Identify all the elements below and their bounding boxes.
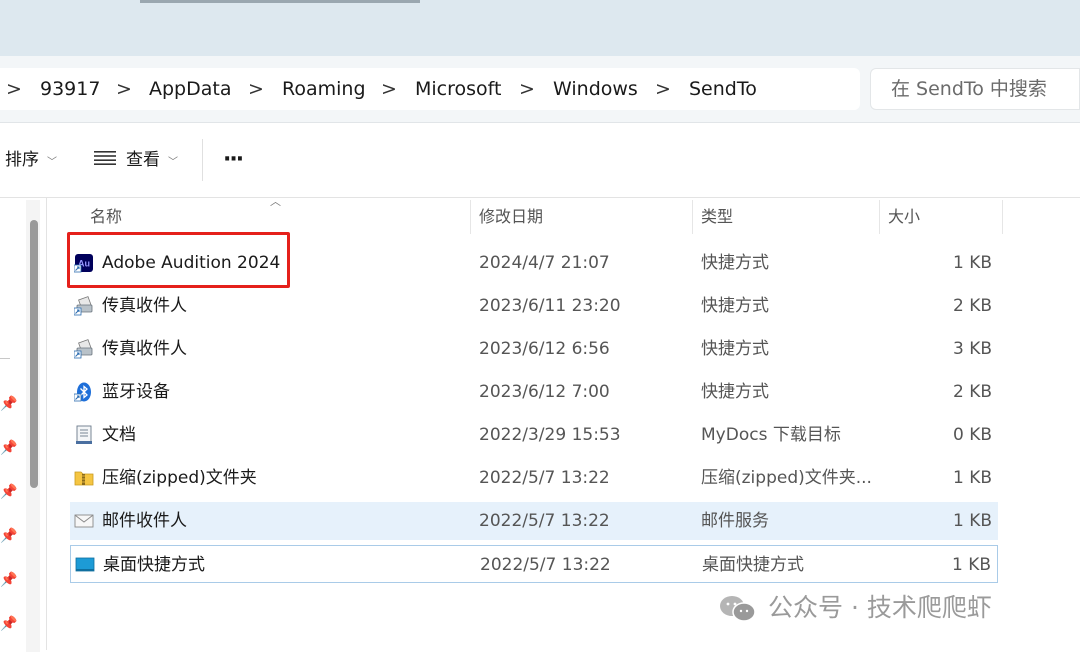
breadcrumb-item-appdata[interactable]: AppData: [149, 68, 232, 110]
breadcrumb-item-windows[interactable]: Windows: [553, 68, 638, 110]
file-type: 快捷方式: [701, 253, 769, 273]
column-header-type[interactable]: 类型: [701, 200, 871, 234]
search-box[interactable]: [870, 68, 1080, 110]
breadcrumb-separator[interactable]: >: [116, 68, 132, 110]
watermark: 公众号 · 技术爬爬虾: [720, 588, 992, 628]
file-size: 1 KB: [952, 468, 992, 488]
file-date: 2023/6/12 7:00: [479, 382, 610, 402]
fax-icon: [74, 296, 93, 316]
file-name: 桌面快捷方式: [103, 555, 205, 575]
pin-icon[interactable]: 📌: [0, 528, 17, 544]
column-divider[interactable]: [470, 200, 471, 234]
file-date: 2022/5/7 13:22: [479, 468, 610, 488]
pin-icon[interactable]: 📌: [0, 616, 17, 632]
documents-icon: [76, 425, 92, 444]
file-type: 快捷方式: [701, 339, 769, 359]
breadcrumb-separator[interactable]: >: [6, 68, 22, 110]
address-row: > 93917 > AppData > Roaming > Microsoft …: [0, 56, 1080, 123]
file-size: 3 KB: [952, 339, 992, 359]
file-type: 快捷方式: [701, 296, 769, 316]
file-name: 压缩(zipped)文件夹: [102, 468, 257, 488]
nav-pane-border: [46, 198, 47, 650]
file-row[interactable]: 文档 2022/3/29 15:53 MyDocs 下载目标 0 KB: [70, 416, 998, 454]
file-name: 蓝牙设备: [102, 382, 170, 402]
wechat-icon: [720, 596, 756, 622]
file-date: 2022/5/7 13:22: [479, 511, 610, 531]
breadcrumb-item-93917[interactable]: 93917: [40, 68, 100, 110]
file-size: 1 KB: [951, 555, 991, 575]
file-type: 快捷方式: [701, 382, 769, 402]
file-name: 文档: [102, 425, 136, 445]
desktop-icon: [75, 557, 95, 572]
fax-icon: [74, 339, 93, 359]
file-name: 传真收件人: [102, 296, 187, 316]
file-type: 桌面快捷方式: [702, 555, 804, 575]
chevron-down-icon: ﹀: [168, 157, 178, 168]
file-name: 邮件收件人: [102, 511, 187, 531]
column-header-size[interactable]: 大小: [888, 200, 998, 234]
file-type: 压缩(zipped)文件夹...: [701, 468, 872, 488]
mail-icon: [74, 514, 94, 528]
column-divider[interactable]: [692, 200, 693, 234]
file-row[interactable]: 邮件收件人 2022/5/7 13:22 邮件服务 1 KB: [70, 502, 998, 540]
pin-icon[interactable]: 📌: [0, 396, 17, 412]
pin-icon[interactable]: 📌: [0, 484, 17, 500]
column-header-name[interactable]: 名称: [90, 200, 466, 234]
file-row[interactable]: 压缩(zipped)文件夹 2022/5/7 13:22 压缩(zipped)文…: [70, 459, 998, 497]
watermark-text: 公众号 · 技术爬爬虾: [768, 593, 992, 622]
toolbar-divider: [202, 139, 203, 181]
breadcrumb-separator[interactable]: >: [381, 68, 397, 110]
file-size: 2 KB: [952, 382, 992, 402]
view-list-icon: [94, 123, 116, 197]
file-size: 2 KB: [952, 296, 992, 316]
more-options-button[interactable]: ···: [223, 123, 244, 197]
highlight-annotation-box: [67, 232, 290, 288]
breadcrumb-separator[interactable]: >: [519, 68, 535, 110]
column-divider[interactable]: [879, 200, 880, 234]
address-bar[interactable]: > 93917 > AppData > Roaming > Microsoft …: [0, 68, 860, 110]
sort-label: 排序: [5, 150, 39, 170]
breadcrumb-separator[interactable]: >: [248, 68, 264, 110]
view-button[interactable]: 查看 ﹀: [94, 123, 178, 197]
sort-button[interactable]: 排序 ﹀: [5, 123, 57, 197]
file-row[interactable]: 蓝牙设备 2023/6/12 7:00 快捷方式 2 KB: [70, 373, 998, 411]
file-date: 2024/4/7 21:07: [479, 253, 610, 273]
breadcrumb-item-roaming[interactable]: Roaming: [282, 68, 366, 110]
pin-icon[interactable]: 📌: [0, 440, 17, 456]
file-date: 2022/3/29 15:53: [479, 425, 621, 445]
file-row[interactable]: 传真收件人 2023/6/12 6:56 快捷方式 3 KB: [70, 330, 998, 368]
file-date: 2023/6/11 23:20: [479, 296, 621, 316]
file-type: 邮件服务: [701, 511, 769, 531]
breadcrumb-item-microsoft[interactable]: Microsoft: [415, 68, 501, 110]
file-date: 2023/6/12 6:56: [479, 339, 610, 359]
breadcrumb-item-sendto[interactable]: SendTo: [689, 68, 757, 110]
view-label: 查看: [126, 150, 160, 170]
file-size: 0 KB: [952, 425, 992, 445]
file-size: 1 KB: [952, 511, 992, 531]
file-size: 1 KB: [952, 253, 992, 273]
column-header-date[interactable]: 修改日期: [479, 200, 689, 234]
file-type: MyDocs 下载目标: [701, 425, 841, 445]
bluetooth-icon: [74, 382, 91, 402]
pin-icon[interactable]: 📌: [0, 572, 17, 588]
file-row[interactable]: 传真收件人 2023/6/11 23:20 快捷方式 2 KB: [70, 287, 998, 325]
nav-scrollbar-thumb[interactable]: [30, 220, 38, 488]
nav-separator: [0, 358, 10, 359]
title-bar-strip: [140, 0, 420, 3]
zip-folder-icon: [74, 471, 94, 486]
column-divider[interactable]: [1002, 200, 1003, 234]
breadcrumb-separator[interactable]: >: [655, 68, 671, 110]
file-date: 2022/5/7 13:22: [480, 555, 611, 575]
search-input[interactable]: [871, 69, 1080, 109]
command-bar: 排序 ﹀ 查看 ﹀ ···: [0, 123, 1080, 198]
file-name: 传真收件人: [102, 339, 187, 359]
window-title-bar: [0, 0, 1080, 56]
file-row[interactable]: 桌面快捷方式 2022/5/7 13:22 桌面快捷方式 1 KB: [70, 545, 998, 583]
chevron-down-icon: ﹀: [47, 157, 57, 168]
